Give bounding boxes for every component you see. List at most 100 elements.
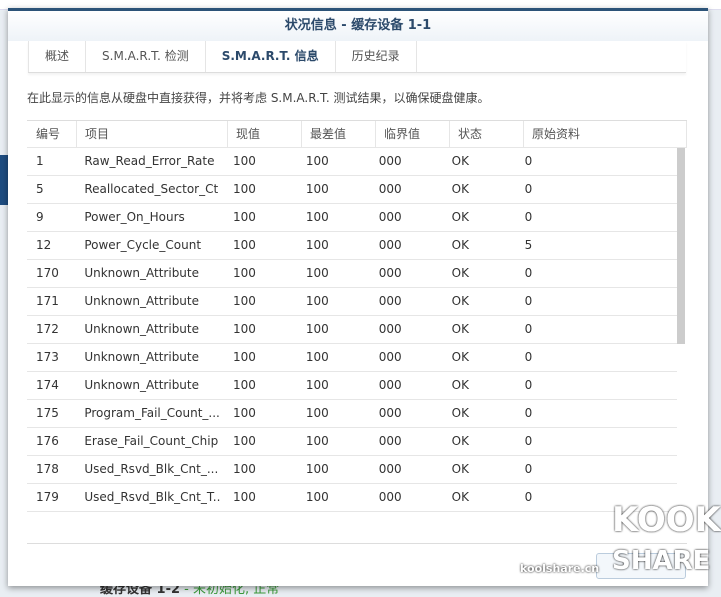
cell-threshold: 000 (378, 294, 402, 308)
cell-attribute: Power_Cycle_Count (84, 238, 202, 252)
cell-value: 100 (232, 294, 256, 308)
table-row[interactable]: 171 Unknown_Attribute 100 100 000 OK 0 (27, 288, 677, 316)
cell-id: 12 (36, 238, 52, 252)
cell-status: OK (451, 406, 469, 420)
table-row[interactable]: 179 Used_Rsvd_Blk_Cnt_T.. 100 100 000 OK 0 (27, 484, 677, 512)
cell-status: OK (451, 378, 469, 392)
table-row[interactable]: 5 Reallocated_Sector_Ct 100 100 000 OK 0 (27, 176, 677, 204)
smart-table: 编号 项目 现值 最差值 临界值 状态 原始资料 1 Raw_Read_Error… (27, 120, 687, 512)
cell-raw: 0 (524, 210, 533, 224)
cell-status: OK (451, 294, 469, 308)
cell-worst: 100 (305, 406, 329, 420)
cell-worst: 100 (305, 154, 329, 168)
cell-value: 100 (232, 322, 256, 336)
cell-status: OK (451, 350, 469, 364)
cell-threshold: 000 (378, 266, 402, 280)
cell-status: OK (451, 462, 469, 476)
cell-id: 176 (36, 434, 59, 448)
cell-attribute: Unknown_Attribute (84, 266, 200, 280)
cell-value: 100 (232, 350, 256, 364)
col-raw[interactable]: 原始资料 (524, 121, 687, 147)
table-row[interactable]: 176 Erase_Fail_Count_Chip 100 100 000 OK 0 (27, 428, 677, 456)
table-header: 编号 项目 现值 最差值 临界值 状态 原始资料 (27, 120, 687, 148)
table-row[interactable]: 172 Unknown_Attribute 100 100 000 OK 0 (27, 316, 677, 344)
cell-raw: 0 (524, 266, 533, 280)
cell-raw: 0 (524, 322, 533, 336)
cell-id: 173 (36, 350, 59, 364)
table-row[interactable]: 12 Power_Cycle_Count 100 100 000 OK 5 (27, 232, 677, 260)
tab-history[interactable]: 历史纪录 (336, 41, 417, 72)
tab-overview[interactable]: 概述 (28, 41, 87, 72)
cell-worst: 100 (305, 182, 329, 196)
col-threshold[interactable]: 临界值 (376, 121, 450, 147)
cell-worst: 100 (305, 434, 329, 448)
cell-value: 100 (232, 154, 256, 168)
cell-raw: 0 (524, 154, 533, 168)
table-row[interactable]: 174 Unknown_Attribute 100 100 000 OK 0 (27, 372, 677, 400)
cell-worst: 100 (305, 294, 329, 308)
cell-status: OK (451, 154, 469, 168)
table-row[interactable]: 170 Unknown_Attribute 100 100 000 OK 0 (27, 260, 677, 288)
table-body: 1 Raw_Read_Error_Rate 100 100 000 OK 0 5 Realloc… (27, 148, 687, 512)
cell-value: 100 (232, 462, 256, 476)
cell-worst: 100 (305, 210, 329, 224)
scrollbar[interactable] (677, 148, 685, 344)
cell-threshold: 000 (378, 322, 402, 336)
tab-smart-test[interactable]: S.M.A.R.T. 检测 (86, 41, 206, 72)
col-status[interactable]: 状态 (450, 121, 524, 147)
cell-attribute: Unknown_Attribute (84, 378, 200, 392)
cell-id: 172 (36, 322, 59, 336)
cell-attribute: Used_Rsvd_Blk_Cnt_T.. (84, 490, 221, 504)
cell-value: 100 (232, 378, 256, 392)
cell-raw: 0 (524, 378, 533, 392)
cell-threshold: 000 (378, 210, 402, 224)
cell-worst: 100 (305, 322, 329, 336)
cell-attribute: Power_On_Hours (84, 210, 185, 224)
cell-worst: 100 (305, 238, 329, 252)
cell-value: 100 (232, 238, 256, 252)
cell-attribute: Used_Rsvd_Blk_Cnt_... (84, 462, 219, 476)
table-row[interactable]: 178 Used_Rsvd_Blk_Cnt_... 100 100 000 OK 0 (27, 456, 677, 484)
cell-status: OK (451, 266, 469, 280)
divider (27, 543, 687, 544)
cell-raw: 0 (524, 434, 533, 448)
status-dialog: 状况信息 - 缓存设备 1-1 概述 S.M.A.R.T. 检测 S.M.A.R… (8, 8, 708, 586)
tab-smart-info[interactable]: S.M.A.R.T. 信息 (206, 41, 336, 72)
cell-id: 5 (36, 182, 44, 196)
tab-bar: 概述 S.M.A.R.T. 检测 S.M.A.R.T. 信息 历史纪录 (28, 41, 686, 73)
table-row[interactable]: 9 Power_On_Hours 100 100 000 OK 0 (27, 204, 677, 232)
table-row[interactable]: 175 Program_Fail_Count_... 100 100 000 OK 0 (27, 400, 677, 428)
cell-value: 100 (232, 406, 256, 420)
cell-id: 175 (36, 406, 59, 420)
col-id[interactable]: 编号 (27, 121, 77, 147)
table-row[interactable]: 173 Unknown_Attribute 100 100 000 OK 0 (27, 344, 677, 372)
cell-attribute: Unknown_Attribute (84, 350, 200, 364)
cell-id: 170 (36, 266, 59, 280)
cell-threshold: 000 (378, 434, 402, 448)
cell-status: OK (451, 238, 469, 252)
cell-raw: 0 (524, 182, 533, 196)
cell-value: 100 (232, 266, 256, 280)
cell-worst: 100 (305, 462, 329, 476)
cell-raw: 0 (524, 462, 533, 476)
cell-raw: 0 (524, 294, 533, 308)
cell-worst: 100 (305, 350, 329, 364)
cell-value: 100 (232, 182, 256, 196)
table-row[interactable]: 1 Raw_Read_Error_Rate 100 100 000 OK 0 (27, 148, 677, 176)
cell-worst: 100 (305, 266, 329, 280)
cell-status: OK (451, 322, 469, 336)
cell-status: OK (451, 434, 469, 448)
cell-value: 100 (232, 490, 256, 504)
cell-value: 100 (232, 434, 256, 448)
col-worst[interactable]: 最差值 (302, 121, 376, 147)
cell-attribute: Unknown_Attribute (84, 322, 200, 336)
cell-threshold: 000 (378, 378, 402, 392)
col-attribute[interactable]: 项目 (77, 121, 228, 147)
cell-status: OK (451, 490, 469, 504)
cell-attribute: Unknown_Attribute (84, 294, 200, 308)
col-value[interactable]: 现值 (228, 121, 302, 147)
cell-threshold: 000 (378, 406, 402, 420)
cell-attribute: Reallocated_Sector_Ct (84, 182, 219, 196)
cell-worst: 100 (305, 490, 329, 504)
cell-id: 174 (36, 378, 59, 392)
